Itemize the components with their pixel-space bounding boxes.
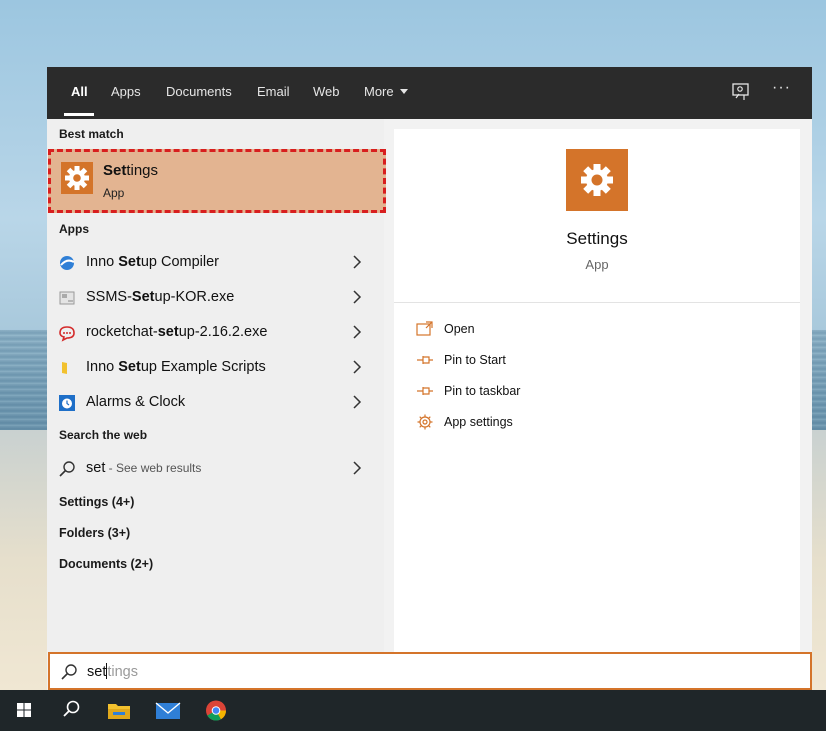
results-list: Best match Settings App Apps Inno Setup … (47, 119, 386, 652)
preview-divider (394, 302, 800, 303)
list-item-rocketchat-setup[interactable]: rocketchat-setup-2.16.2.exe (47, 316, 384, 350)
list-item-inno-setup-compiler[interactable]: Inno Setup Compiler (47, 246, 384, 280)
gear-icon (566, 149, 628, 211)
list-item-inno-setup-example-scripts[interactable]: Inno Setup Example Scripts (47, 351, 384, 385)
label-bold: Set (118, 359, 141, 375)
search-input[interactable]: settings (87, 663, 138, 680)
action-open[interactable]: Open (416, 319, 616, 343)
tab-web[interactable]: Web (313, 84, 340, 99)
label-pre: rocketchat- (86, 324, 158, 340)
tab-apps[interactable]: Apps (111, 84, 141, 99)
apps-heading: Apps (59, 222, 89, 236)
mail-icon[interactable] (148, 694, 188, 727)
chevron-right-icon[interactable] (351, 359, 363, 375)
windows-start-icon[interactable] (4, 694, 44, 727)
chrome-icon[interactable] (196, 694, 236, 727)
feedback-icon[interactable] (731, 82, 751, 102)
label-post: up-KOR.exe (154, 289, 235, 305)
folder-icon (62, 362, 67, 374)
best-match-title-bold: Set (103, 162, 127, 179)
label-pre: SSMS- (86, 289, 132, 305)
label-post: up-2.16.2.exe (178, 324, 268, 340)
label-pre: Inno (86, 254, 119, 270)
search-the-web-heading: Search the web (59, 428, 148, 442)
best-match-title-rest: tings (126, 162, 159, 179)
rocketchat-icon (59, 326, 75, 342)
pin-icon (417, 356, 433, 364)
best-match-settings[interactable]: Settings App (48, 149, 386, 213)
best-match-heading: Best match (59, 127, 124, 141)
open-icon (416, 321, 433, 336)
taskbar (0, 690, 826, 731)
search-box[interactable]: settings (48, 652, 812, 690)
list-item-label: Alarms & Clock (86, 394, 185, 410)
tab-more-label: More (364, 84, 394, 99)
chevron-right-icon[interactable] (351, 394, 363, 410)
best-match-subtitle: App (103, 186, 125, 200)
action-label: Pin to Start (444, 353, 506, 367)
label-pre: Inno (86, 359, 119, 375)
category-documents[interactable]: Documents (2+) (59, 557, 153, 571)
more-options-icon[interactable]: ··· (772, 79, 791, 97)
label-bold: Set (118, 254, 141, 270)
chevron-right-icon[interactable] (351, 289, 363, 305)
list-item-alarms-clock[interactable]: Alarms & Clock (47, 386, 384, 420)
web-search-label: set - See web results (86, 460, 201, 476)
search-icon (61, 664, 77, 680)
pin-icon (417, 387, 433, 395)
inno-setup-icon (60, 256, 75, 270)
action-label: App settings (444, 415, 513, 429)
web-query: set (86, 460, 106, 476)
action-app-settings[interactable]: App settings (416, 412, 616, 436)
best-match-title: Settings (103, 162, 158, 179)
preview-subtitle: App (585, 257, 609, 272)
search-icon[interactable] (51, 694, 91, 727)
gear-icon (61, 162, 93, 194)
chevron-right-icon[interactable] (351, 324, 363, 340)
label-bold: set (157, 324, 179, 340)
action-pin-to-taskbar[interactable]: Pin to taskbar (416, 381, 616, 405)
list-item-label: rocketchat-setup-2.16.2.exe (86, 324, 267, 340)
tab-email[interactable]: Email (257, 84, 290, 99)
gear-icon (417, 414, 433, 430)
list-item-ssms-setup[interactable]: SSMS-Setup-KOR.exe (47, 281, 384, 315)
search-scope-bar: All Apps Documents Email Web More ··· (47, 67, 812, 119)
label-post: up Compiler (140, 254, 219, 270)
category-settings[interactable]: Settings (4+) (59, 495, 134, 509)
file-explorer-icon[interactable] (99, 694, 139, 727)
preview-pane: Settings App Open Pin to Start Pin to ta… (394, 129, 800, 652)
installer-icon (59, 291, 75, 305)
label-post: up Example Scripts (140, 359, 266, 375)
list-item-label: Inno Setup Compiler (86, 254, 219, 270)
search-icon (59, 461, 75, 477)
tab-documents[interactable]: Documents (166, 84, 232, 99)
web-suffix: - See web results (105, 461, 202, 475)
preview-title: Settings (566, 229, 628, 248)
action-label: Pin to taskbar (444, 384, 521, 398)
alarm-clock-icon (59, 395, 75, 411)
search-completion: tings (107, 664, 138, 680)
category-folders[interactable]: Folders (3+) (59, 526, 130, 540)
search-typed-text: set (87, 664, 107, 680)
chevron-right-icon[interactable] (351, 254, 363, 270)
action-label: Open (444, 322, 475, 336)
list-item-label: SSMS-Setup-KOR.exe (86, 289, 234, 305)
active-tab-indicator (64, 113, 94, 116)
chevron-down-icon (399, 89, 408, 94)
start-search-menu: All Apps Documents Email Web More ··· Be… (47, 67, 812, 690)
tab-all[interactable]: All (71, 84, 88, 99)
action-pin-to-start[interactable]: Pin to Start (416, 350, 616, 374)
list-item-label: Inno Setup Example Scripts (86, 359, 266, 375)
label-pre: Alarms & Clock (86, 394, 186, 410)
chevron-right-icon[interactable] (351, 460, 363, 476)
label-bold: Set (131, 289, 155, 305)
web-search-result[interactable]: set - See web results (47, 452, 384, 486)
tab-more[interactable]: More (364, 84, 408, 99)
